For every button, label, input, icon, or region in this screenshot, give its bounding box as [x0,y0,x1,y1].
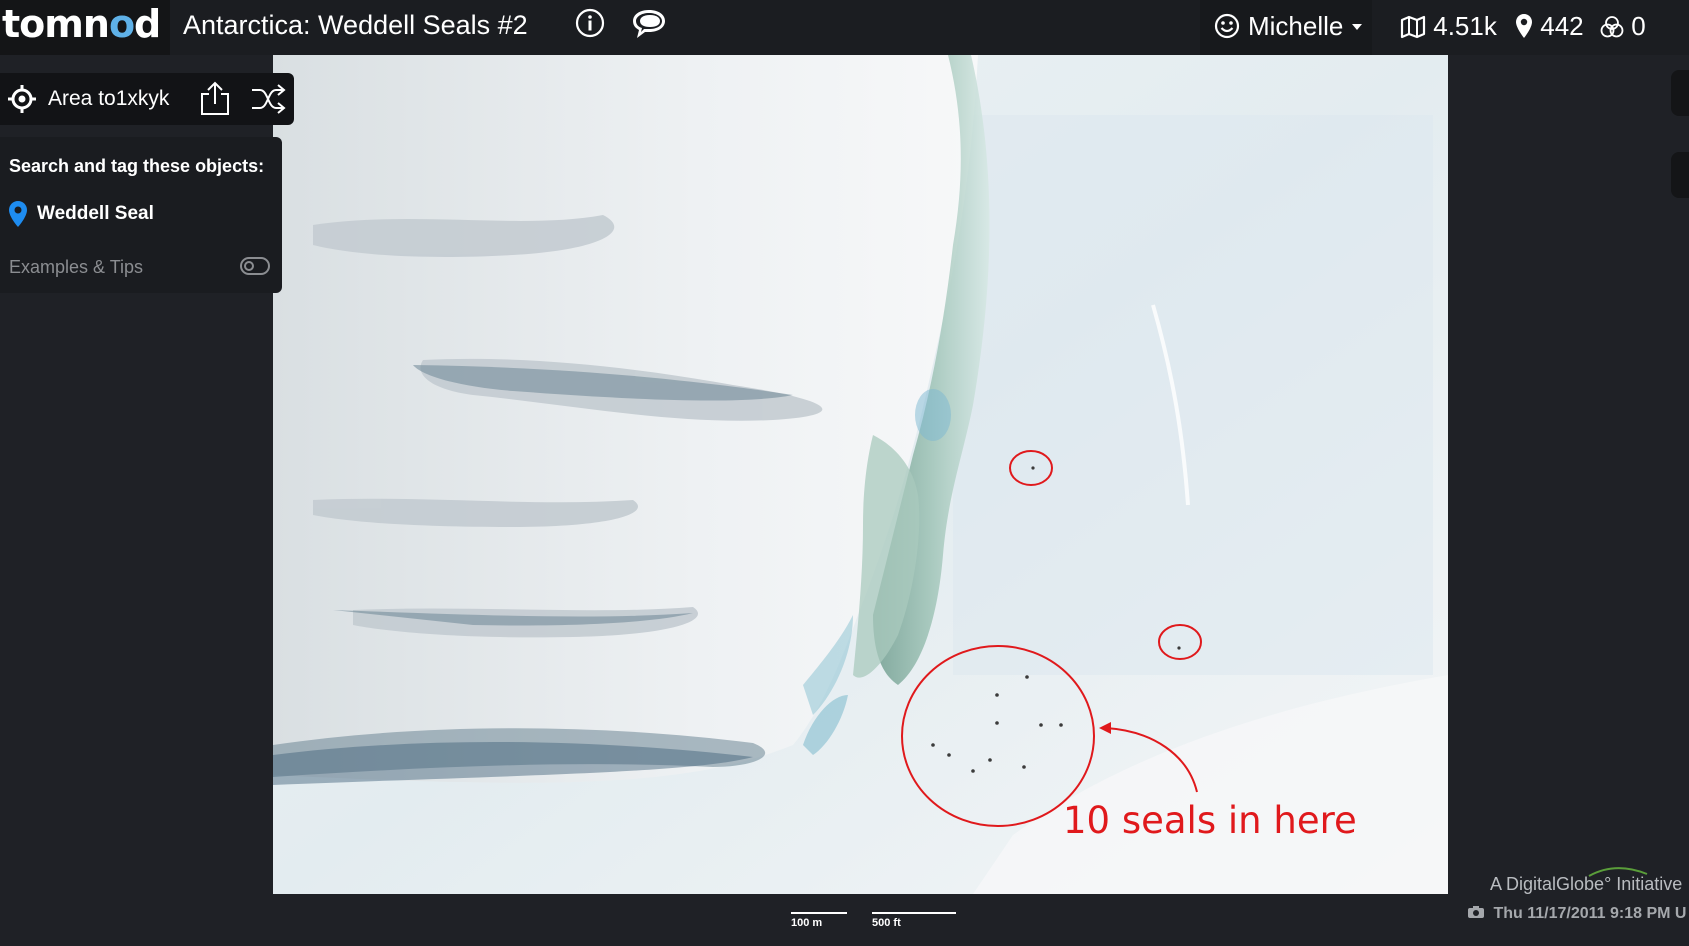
scale-bar-feet: 500 ft [872,912,956,929]
task-heading: Search and tag these objects: [9,156,265,176]
examples-tips-label: Examples & Tips [9,257,144,277]
tomnod-logo[interactable]: tomnod [0,0,170,55]
camera-icon [1468,906,1484,918]
tags-stat: 442 [1515,10,1584,42]
capture-date-text: Thu 11/17/2011 9:18 PM U [1493,905,1687,922]
target-icon[interactable] [8,85,36,113]
imagery-credit: A DigitalGlobe° Initiative [1490,867,1682,895]
user-menu[interactable]: Michelle [1200,0,1372,55]
agreement-count: 0 [1631,11,1646,41]
examples-tips-toggle[interactable] [240,257,270,275]
share-icon[interactable] [199,80,231,116]
shuffle-icon[interactable] [250,83,286,115]
zoom-out-button[interactable] [1671,152,1689,198]
map-pin-icon [1516,14,1532,38]
area-bar: Area to1xkyk [0,73,294,125]
zoom-in-button[interactable] [1671,70,1689,116]
toggle-knob [244,261,254,271]
top-bar: tomnod Antarctica: Weddell Seals #2 Mich… [0,0,1689,55]
chat-icon[interactable] [631,6,667,40]
maps-count: 4.51k [1433,11,1497,41]
scale-bar-meters: 100 m [791,912,847,929]
scale-feet-label: 500 ft [872,917,901,929]
area-label: Area to1xkyk [48,87,170,110]
info-icon[interactable] [575,8,605,38]
scale-line [872,912,956,914]
satellite-map[interactable] [273,55,1448,894]
annotation-label: 10 seals in here [1063,799,1357,842]
map-imagery [273,55,1448,894]
map-icon [1400,15,1426,39]
map-pin-icon [9,201,27,227]
tags-count: 442 [1540,11,1584,41]
chevron-down-icon [1352,24,1362,30]
maps-stat: 4.51k [1400,10,1497,42]
user-name: Michelle [1248,11,1344,41]
agreement-stat: 0 [1600,10,1646,42]
object-label: Weddell Seal [37,203,154,224]
object-weddell-seal[interactable]: Weddell Seal [8,200,268,230]
agreement-circles-icon [1600,16,1624,38]
smiley-icon [1214,13,1240,39]
campaign-title: Antarctica: Weddell Seals #2 [183,10,528,40]
task-panel: Search and tag these objects: Weddell Se… [0,137,282,293]
scale-line [791,912,847,914]
digitalglobe-swoosh-icon [1588,867,1648,877]
capture-date: Thu 11/17/2011 9:18 PM U [1467,905,1686,923]
scale-meters-label: 100 m [791,917,823,929]
